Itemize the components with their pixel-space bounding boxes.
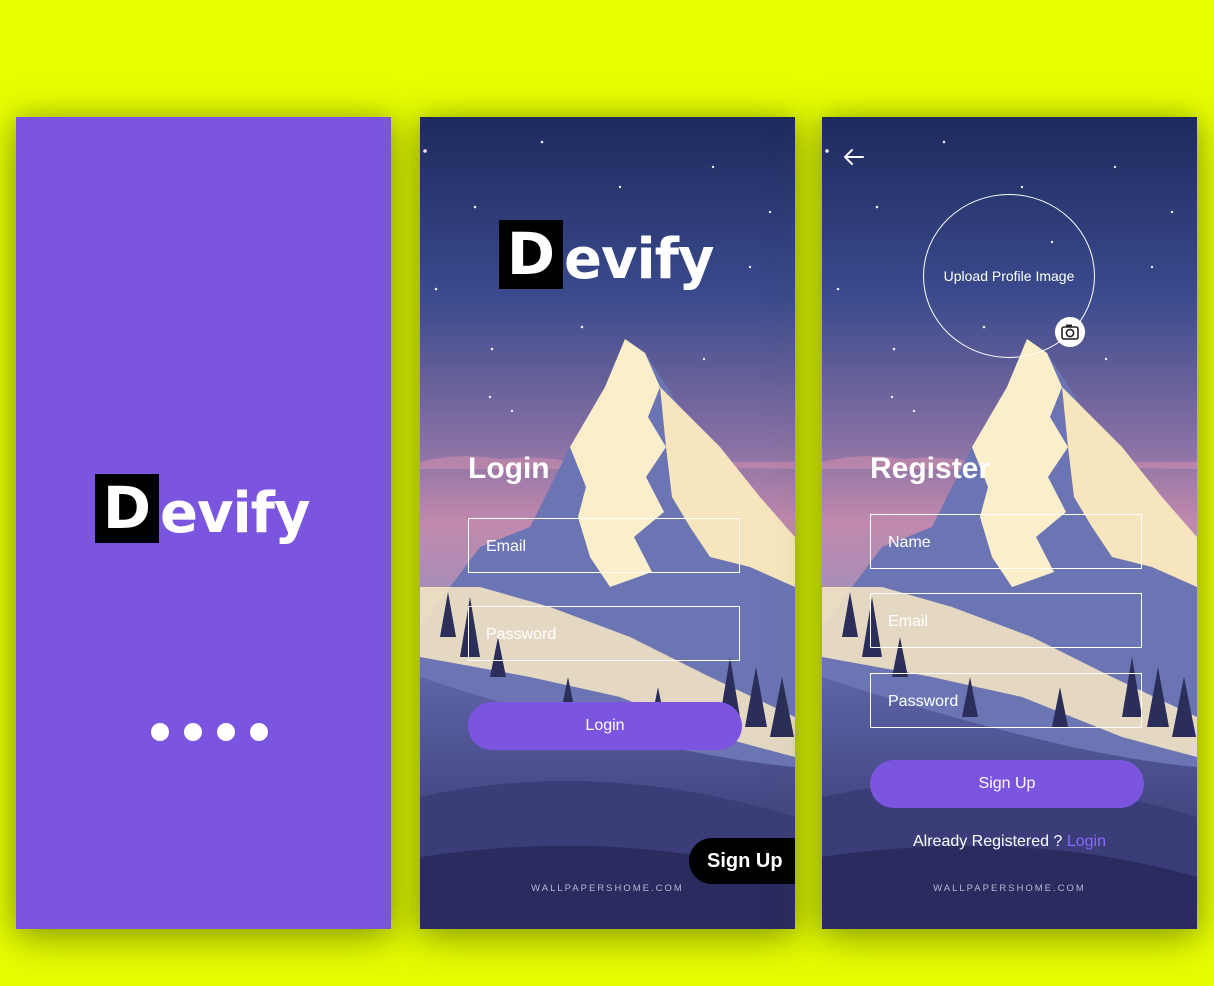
loading-indicator <box>151 723 283 741</box>
login-title: Login <box>468 452 550 485</box>
already-registered: Already Registered ? Login <box>822 833 1197 851</box>
loading-dot <box>217 723 235 741</box>
login-link[interactable]: Login <box>1067 833 1106 850</box>
loading-dot <box>184 723 202 741</box>
wallpaper-credit: WALLPAPERSHOME.COM <box>531 883 684 894</box>
register-screen: Upload Profile Image Register Name Email… <box>822 117 1197 929</box>
email-field[interactable]: Email <box>870 593 1142 648</box>
signup-button[interactable]: Sign Up <box>689 838 795 884</box>
logo-initial: D <box>95 474 159 543</box>
signup-button[interactable]: Sign Up <box>870 760 1144 808</box>
splash-screen: D evify <box>16 117 391 929</box>
logo-text: evify <box>564 227 715 292</box>
login-logo: D evify <box>499 220 715 300</box>
loading-dot <box>151 723 169 741</box>
splash-logo: D evify <box>95 474 311 554</box>
register-title: Register <box>870 452 991 485</box>
login-screen: D evify Login Email Password Login Sign … <box>420 117 795 929</box>
wallpaper-credit: WALLPAPERSHOME.COM <box>933 883 1086 894</box>
email-field[interactable]: Email <box>468 518 740 573</box>
password-field[interactable]: Password <box>468 606 740 661</box>
loading-dot <box>250 723 268 741</box>
login-button[interactable]: Login <box>468 702 742 750</box>
upload-label: Upload Profile Image <box>943 268 1075 284</box>
logo-text: evify <box>160 481 311 546</box>
arrow-left-icon[interactable] <box>842 145 866 169</box>
already-registered-text: Already Registered ? <box>912 833 1063 850</box>
logo-initial: D <box>499 220 563 289</box>
name-field[interactable]: Name <box>870 514 1142 569</box>
camera-icon[interactable] <box>1055 317 1085 347</box>
password-field[interactable]: Password <box>870 673 1142 728</box>
